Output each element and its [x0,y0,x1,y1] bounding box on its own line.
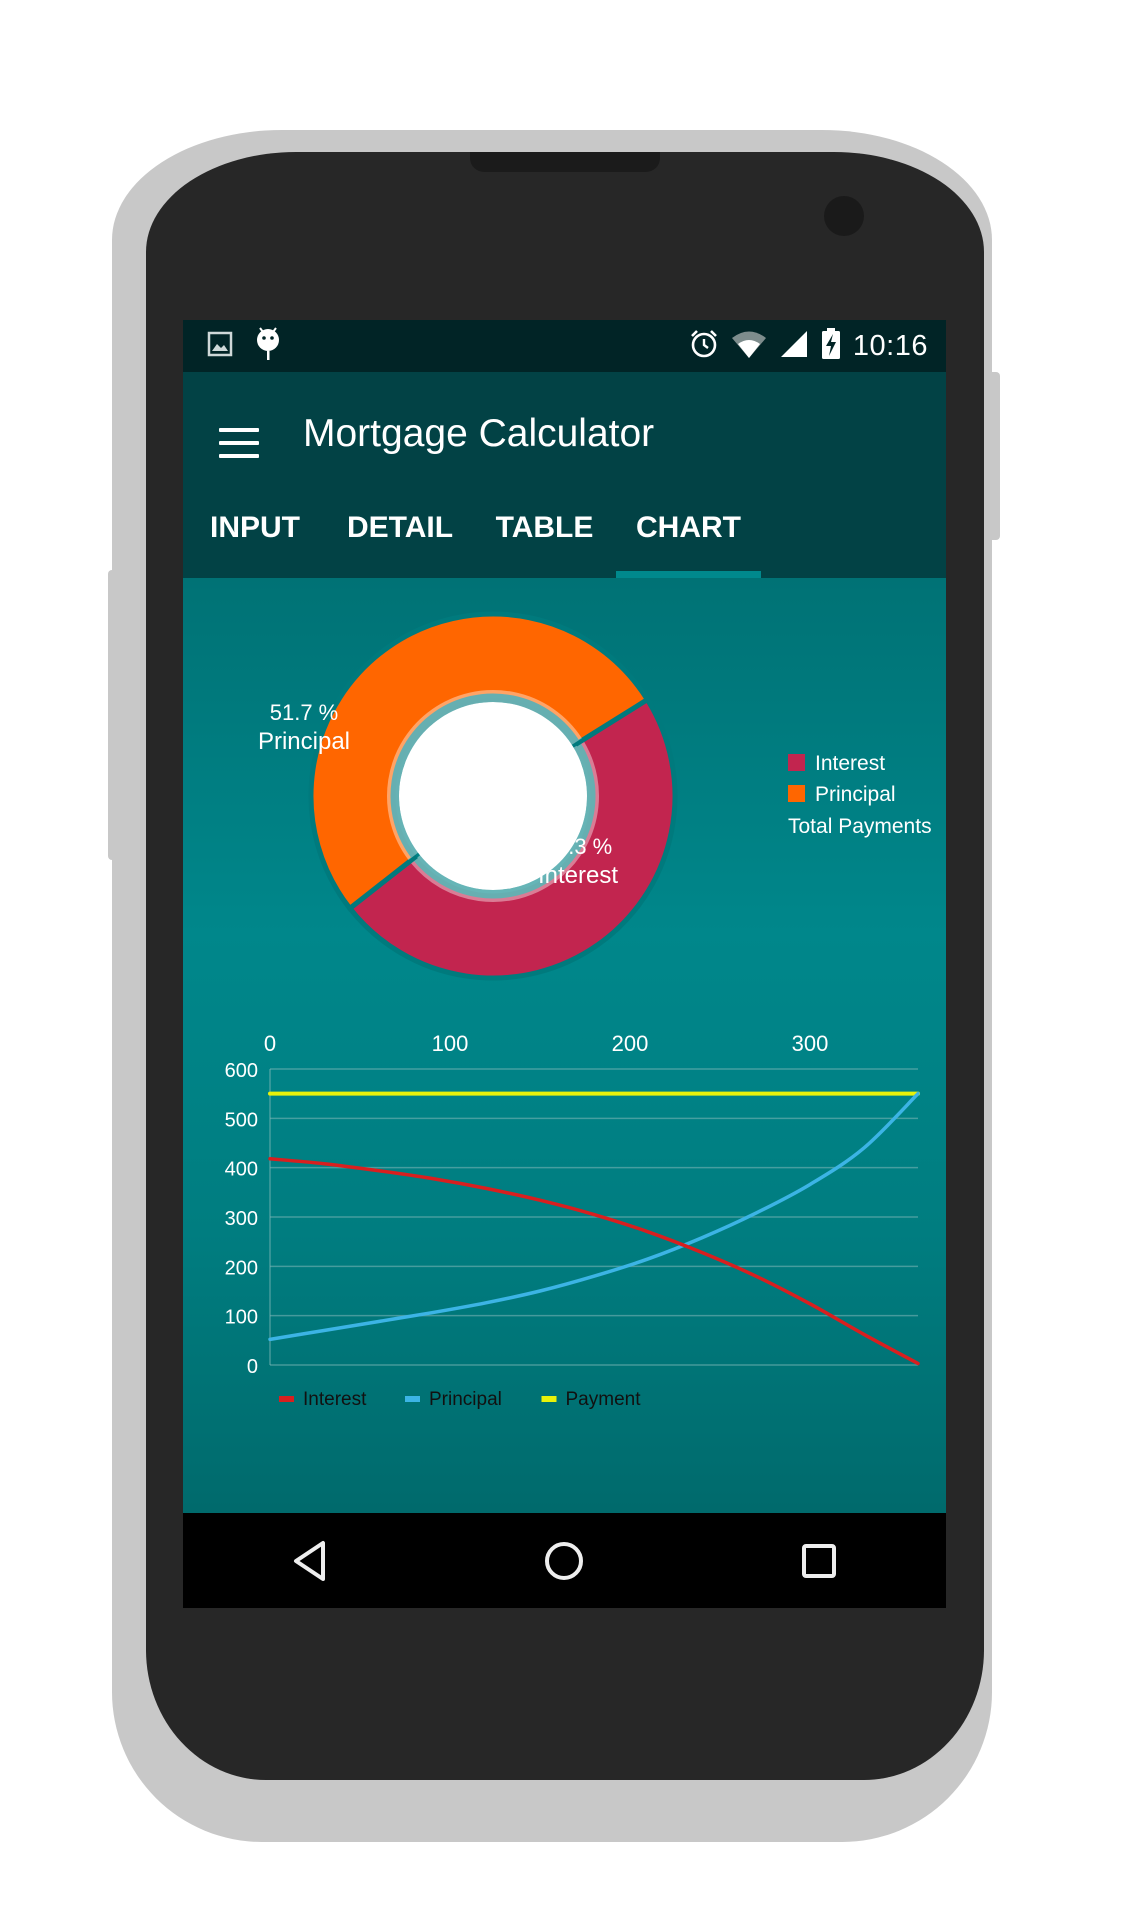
line-legend-label-interest: Interest [303,1389,367,1410]
back-button[interactable] [270,1531,350,1591]
home-icon [545,1541,584,1580]
device-screen: 10:16 Mortgage Calculator INPUT DETAIL T… [183,320,946,1608]
y-tick-label: 600 [225,1060,258,1082]
y-tick-label: 0 [247,1356,258,1378]
navigation-bar [183,1513,946,1608]
line-legend-label-payment: Payment [566,1389,642,1410]
tab-chart[interactable]: CHART [616,478,761,578]
phone-side-button [124,535,136,825]
tab-detail[interactable]: DETAIL [327,478,473,578]
phone-side-button [108,570,122,860]
y-tick-label: 300 [225,1208,258,1230]
line-legend-swatch-payment [541,1396,557,1402]
tab-table[interactable]: TABLE [473,478,616,578]
legend-label-principal: Principal [815,783,896,806]
donut-chart: 48.3 % Interest 51.7 % Principal Interest Pri… [258,611,932,981]
y-tick-label: 500 [225,1109,258,1131]
tab-bar: INPUT DETAIL TABLE CHART [183,478,946,578]
pie-label-name: Interest [538,862,618,889]
alarm-icon [689,329,719,364]
recents-icon [801,1543,836,1578]
x-tick-label: 200 [612,1031,649,1056]
x-tick-label: 100 [432,1031,469,1056]
pie-label-percent: 48.3 % [544,834,613,859]
tab-input[interactable]: INPUT [183,478,327,578]
pie-label-percent: 51.7 % [270,700,339,725]
phone-camera [824,196,864,236]
y-tick-label: 100 [225,1307,258,1329]
app-bar: Mortgage Calculator INPUT DETAIL TABLE C… [183,372,946,578]
legend-swatch-interest [788,754,805,771]
phone-speaker [470,152,660,172]
y-tick-label: 400 [225,1159,258,1181]
phone-volume-button [986,372,1000,540]
app-title: Mortgage Calculator [303,412,655,455]
y-tick-label: 200 [225,1257,258,1279]
battery-charging-icon [821,327,841,365]
pie-title: Total Payments [788,815,932,838]
status-time: 10:16 [852,329,928,362]
x-tick-label: 0 [264,1031,276,1056]
line-legend-swatch-principal [405,1396,420,1402]
series-line-interest [268,1157,920,1366]
hamburger-menu-icon[interactable] [219,428,259,458]
pie-label-name: Principal [258,728,350,755]
line-chart: 600 500 400 300 200 100 0 0 100 200 300 Interest Pri… [225,1031,920,1410]
recents-button[interactable] [779,1531,859,1591]
line-legend-swatch-interest [279,1396,294,1402]
image-icon [207,331,233,362]
status-bar: 10:16 [183,320,946,372]
wifi-icon [731,329,767,364]
legend-label-interest: Interest [815,752,885,775]
back-icon [294,1540,326,1581]
x-tick-label: 300 [792,1031,829,1056]
home-button[interactable] [524,1531,604,1591]
android-debug-icon [255,326,281,366]
chart-content-area: 48.3 % Interest 51.7 % Principal Interest Pri… [183,578,946,1513]
cell-signal-icon [779,329,809,364]
legend-swatch-principal [788,785,805,802]
line-legend-label-principal: Principal [429,1389,502,1410]
